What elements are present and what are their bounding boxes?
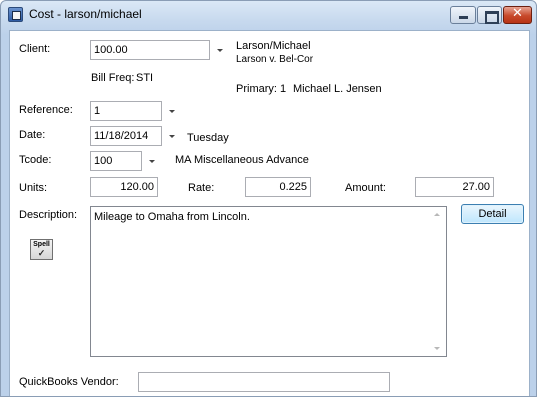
bill-freq-value: STI	[136, 72, 154, 84]
date-input[interactable]: 11/18/2014	[90, 126, 162, 146]
tcode-dropdown-arrow-icon[interactable]	[147, 155, 157, 165]
cost-window: Cost - larson/michael ✕ Client: 100.00 L…	[0, 0, 537, 397]
units-label: Units:	[19, 182, 48, 194]
units-input[interactable]: 120.00	[90, 177, 158, 197]
bill-freq-label: Bill Freq:	[91, 72, 135, 84]
title-bar[interactable]: Cost - larson/michael ✕	[1, 1, 536, 29]
amount-label: Amount:	[345, 182, 386, 194]
reference-input[interactable]: 1	[90, 101, 162, 121]
app-icon	[8, 7, 23, 22]
close-button[interactable]: ✕	[503, 6, 532, 24]
detail-button[interactable]: Detail	[461, 204, 524, 224]
reference-label: Reference:	[19, 104, 73, 116]
client-input[interactable]: 100.00	[90, 40, 210, 60]
spell-label: Spell	[33, 241, 50, 248]
date-weekday: Tuesday	[187, 132, 229, 144]
form-body: Client: 100.00 Larson/Michael Larson v. …	[9, 30, 530, 396]
description-textarea[interactable]: Mileage to Omaha from Lincoln.	[90, 206, 447, 357]
client-label: Client:	[19, 43, 51, 55]
client-dropdown-arrow-icon[interactable]	[215, 44, 225, 54]
spell-check-icon: ✓	[37, 248, 46, 258]
scroll-down-arrow-icon[interactable]	[434, 347, 440, 350]
minimize-button[interactable]	[450, 6, 476, 24]
reference-dropdown-arrow-icon[interactable]	[167, 105, 177, 115]
rate-label: Rate:	[188, 182, 215, 194]
tcode-label: Tcode:	[19, 154, 52, 166]
date-label: Date:	[19, 129, 46, 141]
description-text: Mileage to Omaha from Lincoln.	[94, 211, 250, 223]
quickbooks-vendor-input[interactable]	[138, 372, 390, 392]
tcode-description: MA Miscellaneous Advance	[175, 154, 309, 166]
amount-input[interactable]: 27.00	[415, 177, 494, 197]
description-scrollbar[interactable]	[429, 207, 446, 356]
date-dropdown-arrow-icon[interactable]	[167, 130, 177, 140]
tcode-input[interactable]: 100	[90, 151, 142, 171]
description-label: Description:	[19, 209, 78, 221]
client-name: Larson/Michael	[236, 40, 311, 52]
client-matter: Larson v. Bel-Cor	[236, 54, 314, 65]
scroll-up-arrow-icon[interactable]	[434, 213, 440, 216]
spell-check-button[interactable]: Spell ✓	[30, 239, 53, 260]
maximize-button[interactable]	[477, 6, 502, 24]
window-title: Cost - larson/michael	[29, 7, 142, 21]
close-icon: ✕	[512, 6, 523, 21]
quickbooks-vendor-label: QuickBooks Vendor:	[19, 376, 119, 388]
rate-input[interactable]: 0.225	[245, 177, 311, 197]
primary-label: Primary:	[236, 83, 277, 95]
primary-number: 1	[280, 83, 287, 95]
primary-name: Michael L. Jensen	[293, 83, 382, 95]
